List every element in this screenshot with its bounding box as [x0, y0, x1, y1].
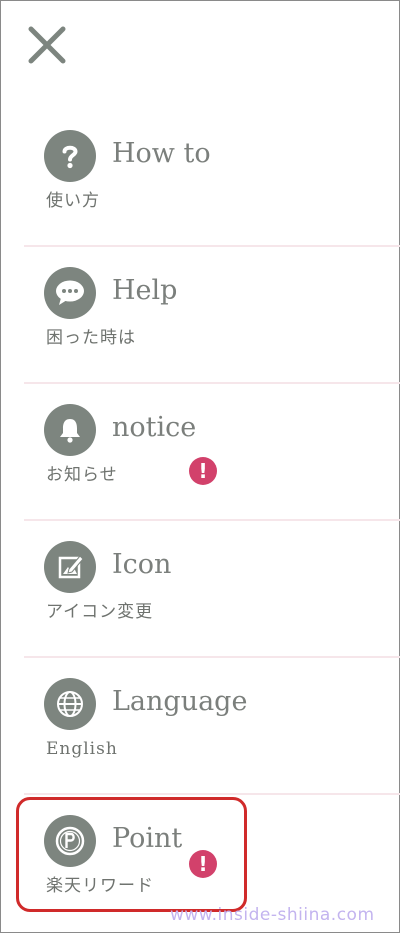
edit-image-icon [44, 541, 96, 593]
globe-icon [44, 678, 96, 730]
watermark: www.inside-shiina.com [170, 905, 375, 925]
alert-icon: ! [189, 457, 217, 485]
menu-item-language[interactable]: Language English [0, 658, 400, 795]
menu-item-how-to[interactable]: How to 使い方 [0, 110, 400, 247]
menu-item-title: Icon [112, 549, 172, 580]
bell-icon [44, 404, 96, 456]
close-icon[interactable] [26, 24, 68, 66]
menu-item-title: How to [112, 138, 211, 169]
menu-item-subtitle: お知らせ [46, 465, 118, 485]
menu-item-subtitle: アイコン変更 [46, 602, 154, 622]
menu-item-notice[interactable]: notice お知らせ ! [0, 384, 400, 521]
menu-item-subtitle: 使い方 [46, 191, 100, 211]
menu-item-subtitle: 困った時は [46, 328, 136, 348]
menu-item-help[interactable]: Help 困った時は [0, 247, 400, 384]
menu-item-title: notice [112, 412, 197, 443]
chat-bubble-icon [44, 267, 96, 319]
menu-item-title: Help [112, 275, 178, 306]
highlight-annotation [16, 797, 247, 912]
menu-item-title: Language [112, 686, 248, 717]
menu-item-subtitle: English [46, 739, 118, 759]
menu-item-icon[interactable]: Icon アイコン変更 [0, 521, 400, 658]
question-icon [44, 130, 96, 182]
